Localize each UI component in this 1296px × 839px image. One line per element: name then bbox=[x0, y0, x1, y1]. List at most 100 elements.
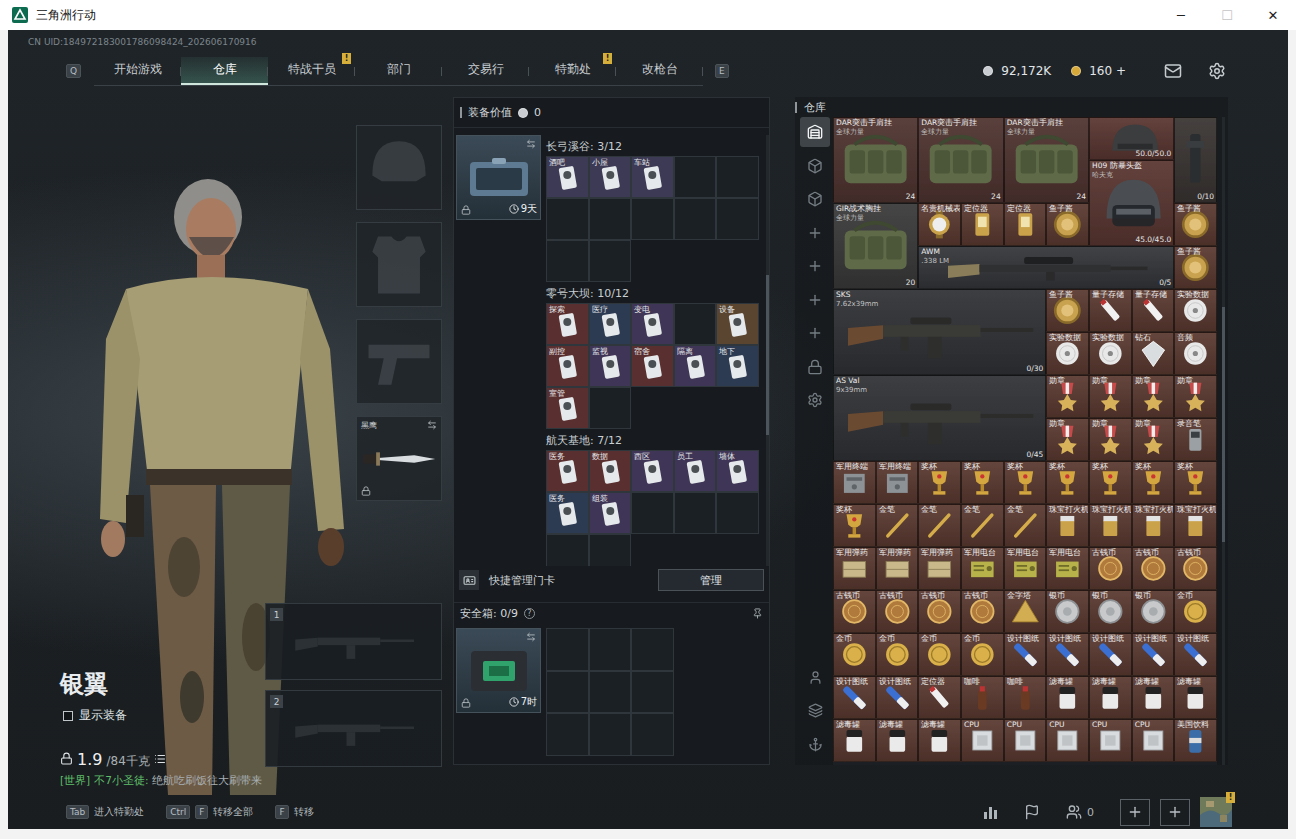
inventory-item[interactable]: CPU bbox=[1089, 719, 1132, 762]
inventory-item[interactable]: 勋章 bbox=[1089, 375, 1132, 418]
gear-slot[interactable] bbox=[356, 222, 442, 307]
safe-slot[interactable] bbox=[546, 671, 589, 714]
inventory-item[interactable]: 奖杯 bbox=[1089, 461, 1132, 504]
inventory-item[interactable]: 50.0/50.0 bbox=[1089, 117, 1174, 160]
inventory-item[interactable]: 勋章 bbox=[1046, 375, 1089, 418]
card-slot[interactable]: 车站 bbox=[631, 156, 674, 198]
card-slot[interactable]: 西区 bbox=[631, 450, 674, 492]
card-slot[interactable]: 小屋 bbox=[589, 156, 632, 198]
inventory-item[interactable]: 实验数据 bbox=[1174, 289, 1217, 332]
card-slot[interactable]: 室管 bbox=[546, 387, 589, 429]
anchor-icon[interactable] bbox=[808, 737, 823, 752]
card-slot[interactable]: 副控 bbox=[546, 345, 589, 387]
inventory-item[interactable]: 定位器 bbox=[1004, 203, 1047, 246]
inventory-item[interactable]: 设计图纸 bbox=[833, 676, 876, 719]
inventory-item[interactable]: 古钱币 bbox=[1174, 547, 1217, 590]
inventory-item[interactable]: SKS7.62x39mm0/30 bbox=[833, 289, 1046, 375]
gear-slot[interactable] bbox=[356, 125, 442, 210]
card-slot[interactable]: 探索 bbox=[546, 303, 589, 345]
inventory-item[interactable]: 0/10 bbox=[1174, 117, 1217, 203]
card-slot[interactable] bbox=[589, 534, 632, 566]
window-button[interactable]: ✕ bbox=[1250, 0, 1296, 30]
inventory-item[interactable]: 珠宝打火机 bbox=[1089, 504, 1132, 547]
nav-tab[interactable]: 改枪台 bbox=[616, 57, 703, 85]
inventory-item[interactable]: CPU bbox=[1004, 719, 1047, 762]
card-slot[interactable] bbox=[546, 534, 589, 566]
inventory-item[interactable]: 军用弹药 bbox=[876, 547, 919, 590]
inventory-item[interactable]: 实验数据 bbox=[1089, 332, 1132, 375]
inventory-item[interactable]: 珠宝打火机 bbox=[1046, 504, 1089, 547]
warehouse-tab-icon[interactable] bbox=[807, 359, 823, 375]
inventory-item[interactable]: 珠宝打火机 bbox=[1174, 504, 1217, 547]
inventory-item[interactable]: DAR突击手肩挂全球力量24 bbox=[833, 117, 918, 203]
container-tile[interactable]: 7时 bbox=[456, 628, 541, 713]
inventory-item[interactable]: 设计图纸 bbox=[1004, 633, 1047, 676]
warehouse-tab[interactable] bbox=[800, 251, 830, 281]
card-slot[interactable]: 医务 bbox=[546, 450, 589, 492]
card-slot[interactable]: 变电 bbox=[631, 303, 674, 345]
warehouse-tab-icon[interactable] bbox=[807, 124, 823, 140]
minimap-button[interactable]: ! bbox=[1200, 797, 1232, 827]
window-button[interactable]: ─ bbox=[1158, 0, 1204, 30]
inventory-item[interactable]: GIR战术胸挂全球力量20 bbox=[833, 203, 918, 289]
inventory-item[interactable]: 军用弹药 bbox=[918, 547, 961, 590]
pin-icon[interactable] bbox=[752, 608, 763, 619]
inventory-item[interactable]: 定位器 bbox=[918, 676, 961, 719]
inventory-item[interactable]: 军用电台 bbox=[1046, 547, 1089, 590]
card-slot[interactable]: 医疗 bbox=[589, 303, 632, 345]
gear-slot[interactable]: 黑鹰 bbox=[356, 416, 442, 501]
inventory-item[interactable]: 奖杯 bbox=[1004, 461, 1047, 504]
inventory-item[interactable]: 珠宝打火机 bbox=[1132, 504, 1175, 547]
inventory-item[interactable]: 量子存储 bbox=[1089, 289, 1132, 332]
inventory-item[interactable]: 银币 bbox=[1046, 590, 1089, 633]
safe-slot[interactable] bbox=[589, 671, 632, 714]
warehouse-tab-icon[interactable] bbox=[807, 292, 823, 308]
inventory-item[interactable]: CPU bbox=[1132, 719, 1175, 762]
warehouse-tab[interactable] bbox=[800, 184, 830, 214]
inventory-item[interactable]: 奖杯 bbox=[918, 461, 961, 504]
inventory-item[interactable]: 滤毒罐 bbox=[918, 719, 961, 762]
container-tile[interactable]: 9天 bbox=[456, 135, 541, 220]
card-slot[interactable] bbox=[674, 303, 717, 345]
warehouse-tab-icon[interactable] bbox=[807, 325, 823, 341]
inventory-item[interactable]: 金币 bbox=[876, 633, 919, 676]
inventory-item[interactable]: 古钱币 bbox=[833, 590, 876, 633]
card-slot[interactable] bbox=[716, 198, 759, 240]
inventory-item[interactable]: 奖杯 bbox=[1174, 461, 1217, 504]
nav-tab[interactable]: 开始游戏 bbox=[94, 57, 181, 85]
gear-slot[interactable] bbox=[356, 319, 442, 404]
card-slot[interactable] bbox=[631, 198, 674, 240]
safe-slot[interactable] bbox=[631, 713, 674, 756]
card-slot[interactable] bbox=[589, 240, 632, 282]
inventory-item[interactable]: 名贵机械表 bbox=[918, 203, 961, 246]
inventory-item[interactable]: 军用弹药 bbox=[833, 547, 876, 590]
inventory-item[interactable]: 实验数据 bbox=[1046, 332, 1089, 375]
warehouse-tab[interactable] bbox=[800, 218, 830, 248]
card-slot[interactable]: 监视 bbox=[589, 345, 632, 387]
inventory-item[interactable]: 鱼子酱 bbox=[1046, 203, 1089, 246]
inventory-item[interactable]: 音频 bbox=[1174, 332, 1217, 375]
inventory-item[interactable]: 设计图纸 bbox=[1174, 633, 1217, 676]
safe-slot[interactable] bbox=[546, 713, 589, 756]
gear-icon[interactable] bbox=[1208, 62, 1226, 80]
card-slot[interactable]: 酒吧 bbox=[546, 156, 589, 198]
card-slot[interactable] bbox=[674, 156, 717, 198]
scroll-thumb[interactable] bbox=[766, 275, 769, 435]
warehouse-tab-icon[interactable] bbox=[807, 158, 823, 174]
inventory-item[interactable]: 金笔 bbox=[1004, 504, 1047, 547]
inventory-item[interactable]: 金币 bbox=[961, 633, 1004, 676]
card-slot[interactable] bbox=[716, 156, 759, 198]
inventory-item[interactable]: 定位器 bbox=[961, 203, 1004, 246]
tool-button[interactable]: 0 bbox=[1066, 804, 1094, 820]
inventory-item[interactable]: 银币 bbox=[1089, 590, 1132, 633]
add-slot-button[interactable] bbox=[1120, 799, 1150, 826]
show-gear-toggle[interactable]: 显示装备 bbox=[63, 707, 265, 724]
weapon-slot[interactable]: 1 bbox=[265, 603, 442, 680]
inventory-item[interactable]: 奖杯 bbox=[961, 461, 1004, 504]
safe-slot[interactable] bbox=[589, 628, 632, 671]
inventory-item[interactable]: H09 防暴头盔哈夫克45.0/45.0 bbox=[1089, 160, 1174, 246]
inventory-item[interactable]: CPU bbox=[961, 719, 1004, 762]
card-slot[interactable] bbox=[589, 198, 632, 240]
inventory-item[interactable]: 金笔 bbox=[918, 504, 961, 547]
nav-tab[interactable]: 特战干员! bbox=[268, 57, 355, 85]
